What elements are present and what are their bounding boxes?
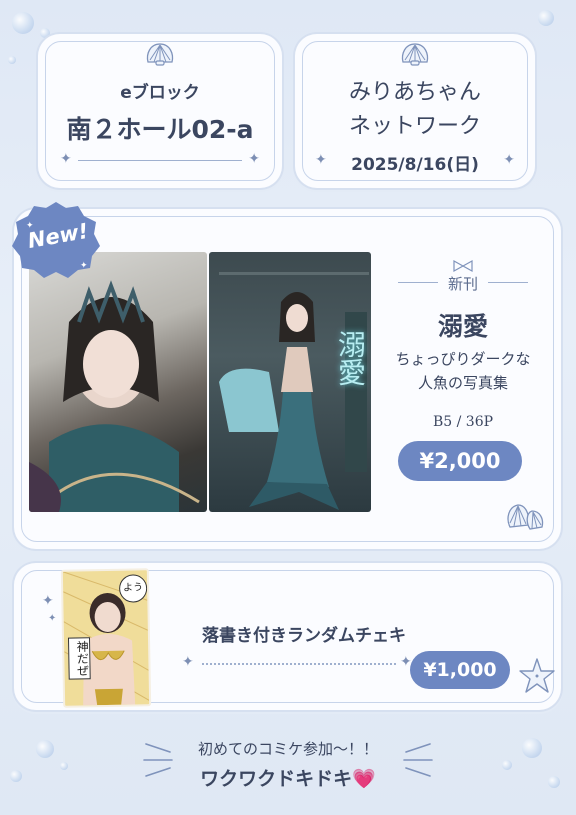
divider <box>78 160 242 161</box>
cheki-card: よう 神だぜ ✦ ✦ 落書き付きランダムチェキ ✦ ✦ ¥1,000 <box>14 563 561 710</box>
cheki-photo: よう 神だぜ <box>60 568 152 708</box>
cover-photo-left <box>29 252 207 512</box>
book-spec: B5 / 36P <box>432 414 494 430</box>
footer-line2: ワクワクドキドキ💗 <box>200 768 376 790</box>
event-date: 2025/8/16(日) <box>351 155 479 175</box>
bubble-decoration <box>60 762 68 770</box>
cheki-title: 落書き付きランダムチェキ <box>202 626 406 646</box>
sparkle-icon: ✦ <box>60 151 72 167</box>
sparkle-icon: ✦ <box>182 654 194 670</box>
book-description-line2: 人魚の写真集 <box>417 374 508 392</box>
divider <box>398 282 438 283</box>
cover-title-text: 溺愛 <box>334 330 367 386</box>
cover-photo-right: 溺愛 <box>209 252 371 512</box>
seashell-icon <box>401 43 429 66</box>
seashell-icon <box>507 504 544 530</box>
sparkle-icon: ✦ <box>42 593 54 609</box>
starfish-icon <box>519 658 555 693</box>
bubble-decoration <box>36 740 54 758</box>
bubble-decoration <box>10 770 22 782</box>
location-card: eブロック 南２ホール02-a ✦ ✦ <box>38 34 282 188</box>
book-description-line1: ちょっぴりダークな <box>395 350 531 368</box>
book-price-badge: ¥2,000 <box>398 441 522 481</box>
divider <box>488 282 528 283</box>
bubble-decoration <box>502 760 512 770</box>
sparkle-icon: ✦ <box>248 151 260 167</box>
book-title: 溺愛 <box>437 312 488 341</box>
dotted-divider <box>202 663 396 665</box>
bubble-decoration <box>8 56 16 64</box>
bubble-decoration <box>522 738 542 758</box>
circle-card: みりあちゃん ネットワーク 2025/8/16(日) ✦ ✦ <box>295 34 535 188</box>
footer-line1: 初めてのコミケ参加〜！！ <box>197 740 378 758</box>
sparkle-icon: ✦ <box>315 152 327 168</box>
new-release-tag: 新刊 <box>447 275 478 293</box>
bubble-decoration <box>548 776 560 788</box>
ribbon-icon <box>453 259 473 273</box>
cheki-doodle-bottom: 神だぜ <box>67 637 91 680</box>
svg-text:✦: ✦ <box>80 261 88 271</box>
sparkle-icon: ✦ <box>503 152 515 168</box>
circle-name-line2: ネットワーク <box>348 114 481 139</box>
hall-label: 南２ホール02-a <box>66 115 254 144</box>
cheki-price-badge: ¥1,000 <box>410 651 510 689</box>
sparkle-icon: ✦ <box>48 613 57 624</box>
bubble-decoration <box>12 12 34 34</box>
bubble-decoration <box>538 10 554 26</box>
circle-name-line1: みりあちゃん <box>348 80 481 105</box>
seashell-icon <box>146 43 174 66</box>
block-label: eブロック <box>120 83 200 103</box>
